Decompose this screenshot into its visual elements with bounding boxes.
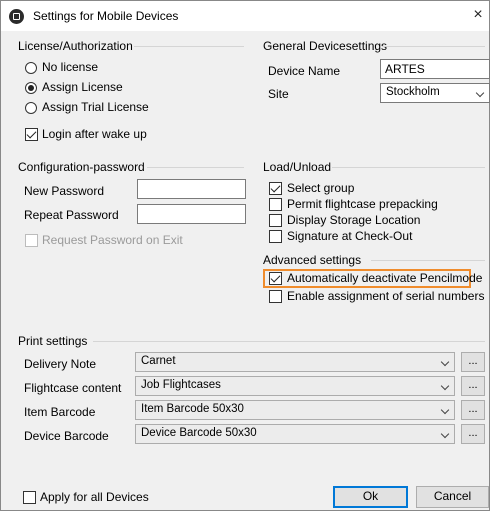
enable-serial-numbers-checkbox[interactable] — [269, 290, 282, 303]
cancel-button[interactable]: Cancel — [416, 486, 489, 508]
license-group-line — [134, 46, 244, 47]
device-name-field[interactable]: ARTES — [380, 59, 490, 79]
delivery-note-value: Carnet — [141, 355, 176, 367]
site-select-value: Stockholm — [386, 86, 440, 98]
flightcase-content-label: Flightcase content — [24, 381, 122, 395]
display-storage-location-checkbox[interactable] — [269, 214, 282, 227]
print-settings-group-line — [93, 341, 485, 342]
login-after-wake-label: Login after wake up — [42, 127, 147, 141]
radio-no-license[interactable] — [25, 62, 37, 74]
item-barcode-select[interactable]: Item Barcode 50x30 — [135, 400, 455, 420]
chevron-down-icon — [440, 405, 450, 415]
repeat-password-field[interactable] — [137, 204, 246, 224]
device-name-label: Device Name — [268, 64, 341, 78]
device-barcode-label: Device Barcode — [24, 429, 109, 443]
apply-all-devices-label: Apply for all Devices — [40, 490, 149, 504]
radio-assign-trial-license-label: Assign Trial License — [42, 100, 149, 114]
delivery-note-browse-button[interactable]: ... — [461, 352, 485, 372]
permit-flightcase-prepacking-checkbox[interactable] — [269, 198, 282, 211]
deactivate-pencilmode-label: Automatically deactivate Pencilmode — [287, 271, 483, 285]
config-password-group-line — [147, 167, 244, 168]
print-settings-group-label: Print settings — [18, 334, 88, 348]
site-select[interactable]: Stockholm — [380, 83, 490, 103]
advanced-group-label: Advanced settings — [263, 253, 362, 267]
request-password-on-exit-checkbox[interactable] — [25, 234, 38, 247]
general-group-line — [382, 46, 485, 47]
radio-assign-license[interactable] — [25, 82, 37, 94]
app-icon — [9, 9, 24, 24]
general-group-label: General Devicesettings — [263, 39, 388, 53]
radio-assign-license-label: Assign License — [42, 80, 123, 94]
advanced-group-line — [371, 260, 485, 261]
device-barcode-value: Device Barcode 50x30 — [141, 427, 257, 439]
select-group-label: Select group — [287, 181, 355, 195]
new-password-field[interactable] — [137, 179, 246, 199]
item-barcode-label: Item Barcode — [24, 405, 96, 419]
flightcase-content-browse-button[interactable]: ... — [461, 376, 485, 396]
deactivate-pencilmode-checkbox[interactable] — [269, 272, 282, 285]
new-password-label: New Password — [24, 184, 105, 198]
signature-at-checkout-label: Signature at Check-Out — [287, 229, 413, 243]
apply-all-devices-checkbox[interactable] — [23, 491, 36, 504]
chevron-down-icon — [440, 381, 450, 391]
radio-assign-trial-license[interactable] — [25, 102, 37, 114]
site-label: Site — [268, 87, 289, 101]
select-group-checkbox[interactable] — [269, 182, 282, 195]
login-after-wake-checkbox[interactable] — [25, 128, 38, 141]
radio-no-license-label: No license — [42, 60, 99, 74]
delivery-note-select[interactable]: Carnet — [135, 352, 455, 372]
license-group-label: License/Authorization — [18, 39, 133, 53]
ok-button[interactable]: Ok — [333, 486, 408, 508]
signature-at-checkout-checkbox[interactable] — [269, 230, 282, 243]
chevron-down-icon — [440, 429, 450, 439]
delivery-note-label: Delivery Note — [24, 357, 97, 371]
device-barcode-select[interactable]: Device Barcode 50x30 — [135, 424, 455, 444]
enable-serial-numbers-label: Enable assignment of serial numbers — [287, 289, 485, 303]
settings-dialog: Settings for Mobile Devices × License/Au… — [0, 0, 490, 511]
permit-flightcase-prepacking-label: Permit flightcase prepacking — [287, 197, 438, 211]
chevron-down-icon — [475, 88, 485, 98]
item-barcode-browse-button[interactable]: ... — [461, 400, 485, 420]
flightcase-content-value: Job Flightcases — [141, 379, 221, 391]
close-icon[interactable]: × — [469, 6, 487, 24]
title-bar: Settings for Mobile Devices × — [1, 1, 489, 31]
flightcase-content-select[interactable]: Job Flightcases — [135, 376, 455, 396]
load-unload-group-label: Load/Unload — [263, 160, 332, 174]
device-barcode-browse-button[interactable]: ... — [461, 424, 485, 444]
display-storage-location-label: Display Storage Location — [287, 213, 421, 227]
chevron-down-icon — [440, 357, 450, 367]
window-title: Settings for Mobile Devices — [33, 9, 179, 23]
load-unload-group-line — [332, 167, 485, 168]
item-barcode-value: Item Barcode 50x30 — [141, 403, 244, 415]
repeat-password-label: Repeat Password — [24, 208, 119, 222]
config-password-group-label: Configuration-password — [18, 160, 145, 174]
request-password-on-exit-label: Request Password on Exit — [42, 233, 183, 247]
